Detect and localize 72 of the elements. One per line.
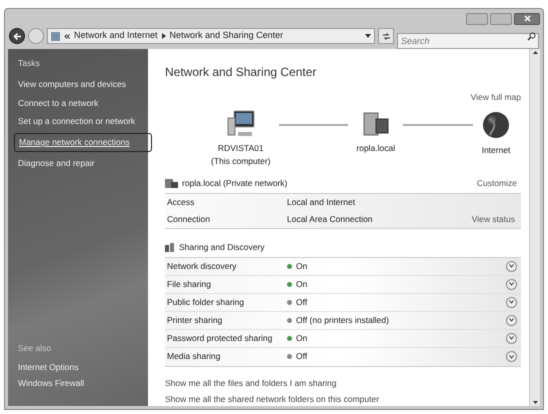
sharing-setting-label: Public folder sharing — [167, 296, 246, 308]
network-icon — [165, 178, 179, 188]
refresh-icon — [382, 32, 390, 40]
close-button[interactable] — [514, 12, 540, 24]
sidebar-link[interactable]: View computers and devices — [18, 74, 138, 94]
expand-button[interactable] — [506, 314, 517, 326]
back-button[interactable] — [9, 28, 25, 44]
detail-label: Connection — [167, 212, 212, 226]
dropdown-icon[interactable] — [365, 34, 371, 38]
back-arrow-icon — [12, 32, 22, 40]
sharing-icon — [165, 242, 175, 252]
connection-line — [403, 124, 474, 126]
expand-button[interactable] — [506, 351, 517, 362]
sharing-setting-value: Off (no printers installed) — [296, 314, 390, 326]
network-device-icon — [360, 110, 391, 138]
search-field[interactable]: Search — [397, 33, 539, 49]
detail-value: Local and Internet — [287, 196, 356, 209]
sidebar-link[interactable]: Set up a connection or network — [18, 112, 138, 131]
globe-icon — [481, 110, 512, 140]
sharing-setting-value: On — [296, 260, 308, 272]
expand-button[interactable] — [506, 260, 517, 272]
sharing-setting-label: Password protected sharing — [167, 332, 274, 344]
refresh-button[interactable] — [378, 28, 394, 44]
scroll-down-icon[interactable] — [532, 401, 538, 404]
connection-line — [278, 124, 348, 126]
chevron-down-icon — [509, 336, 514, 340]
sharing-setting-label: Printer sharing — [167, 314, 224, 326]
double-chevron-icon — [64, 34, 70, 38]
chevron-down-icon — [509, 300, 514, 304]
show-shared-link[interactable]: Show me all the files and folders I am sharing — [165, 376, 521, 390]
sharing-setting-value: Off — [296, 350, 308, 363]
chevron-down-icon — [509, 264, 514, 268]
map-node-label[interactable]: ropla.local — [356, 142, 396, 154]
sidebar-link[interactable]: Connect to a network — [18, 94, 138, 112]
sharing-setting-label: Network discovery — [167, 260, 238, 272]
view-status-link[interactable]: View status — [472, 212, 519, 226]
sharing-setting-label: File sharing — [167, 278, 212, 290]
view-full-map-link[interactable]: View full map — [470, 91, 521, 104]
breadcrumb-item[interactable]: Network and Internet — [74, 29, 158, 43]
sidebar-link[interactable]: Diagnose and repair — [18, 154, 138, 172]
map-node-sublabel: (This computer) — [211, 154, 271, 168]
expand-button[interactable] — [506, 278, 517, 290]
address-bar[interactable]: Network and Internet Network and Sharing Center — [47, 28, 375, 44]
sharing-setting-value: Off — [296, 296, 308, 308]
see-also-heading: See also — [18, 342, 52, 354]
customize-link[interactable]: Customize — [476, 177, 517, 190]
show-shared-link[interactable]: Show me all the shared network folders on this computer — [165, 393, 521, 406]
sharing-title: Sharing and Discovery — [179, 240, 265, 254]
network-title: ropla.local (Private network) — [182, 177, 288, 190]
chevron-down-icon — [509, 282, 514, 286]
sharing-setting-value: On — [296, 278, 308, 290]
expand-button[interactable] — [506, 332, 517, 344]
chevron-down-icon — [509, 318, 514, 322]
chevron-down-icon — [509, 354, 514, 358]
sharing-setting-value: On — [296, 332, 308, 344]
see-also-link[interactable]: Windows Firewall — [18, 375, 138, 392]
computer-icon — [226, 110, 256, 138]
map-node-label[interactable]: Internet — [482, 144, 510, 156]
map-node-label[interactable]: RDVISTA01 — [218, 142, 264, 154]
expand-button[interactable] — [506, 296, 517, 308]
breadcrumb-arrow-icon — [162, 33, 166, 39]
detail-value: Local Area Connection — [287, 212, 374, 226]
see-also-link[interactable]: Internet Options — [18, 358, 138, 376]
sidebar-link[interactable]: Manage network connections — [14, 133, 152, 152]
search-icon — [527, 32, 536, 40]
close-icon — [524, 15, 530, 22]
page-title: Network and Sharing Center — [165, 64, 318, 81]
sidebar-heading: Tasks — [18, 57, 41, 70]
scroll-up-icon[interactable] — [532, 51, 538, 54]
sharing-setting-label: Media sharing — [167, 350, 222, 363]
breadcrumb-item[interactable]: Network and Sharing Center — [170, 29, 284, 43]
detail-label: Access — [167, 196, 196, 209]
